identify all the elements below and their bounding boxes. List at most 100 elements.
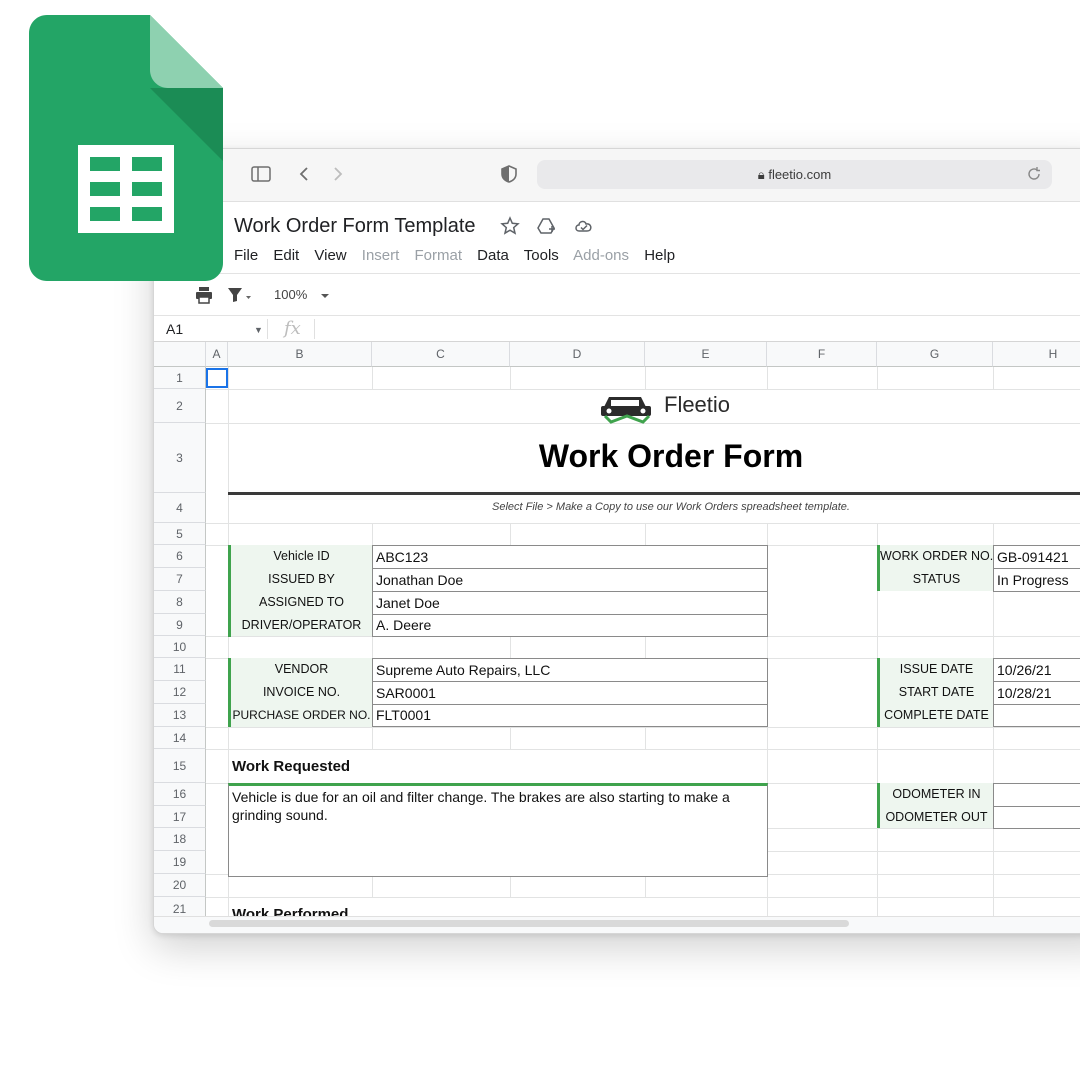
row-header-6[interactable]: 6 bbox=[154, 545, 206, 568]
work-order-label: WORK ORDER NO. bbox=[880, 545, 993, 568]
select-all-corner[interactable] bbox=[154, 342, 206, 367]
reload-icon[interactable] bbox=[1026, 166, 1042, 182]
row-header-1[interactable]: 1 bbox=[154, 367, 206, 389]
gridline bbox=[372, 367, 373, 389]
print-icon[interactable] bbox=[194, 285, 214, 308]
row-header-7[interactable]: 7 bbox=[154, 568, 206, 591]
row-header-9[interactable]: 9 bbox=[154, 614, 206, 636]
gridline bbox=[510, 874, 511, 897]
cloud-status-icon[interactable] bbox=[573, 216, 595, 236]
brand-name: Fleetio bbox=[664, 392, 731, 417]
horizontal-scrollbar[interactable] bbox=[209, 920, 849, 927]
menu-file[interactable]: File bbox=[234, 247, 258, 264]
move-to-drive-icon[interactable] bbox=[536, 216, 558, 236]
menu-view[interactable]: View bbox=[314, 247, 346, 264]
column-header-e[interactable]: E bbox=[645, 342, 767, 367]
row-header-8[interactable]: 8 bbox=[154, 591, 206, 614]
row-header-19[interactable]: 19 bbox=[154, 851, 206, 874]
menu-tools[interactable]: Tools bbox=[524, 247, 559, 264]
gridline bbox=[767, 851, 1080, 852]
gridline bbox=[372, 636, 373, 658]
column-header-d[interactable]: D bbox=[510, 342, 645, 367]
divider bbox=[154, 273, 1080, 274]
divider bbox=[154, 315, 1080, 316]
column-header-h[interactable]: H bbox=[993, 342, 1080, 367]
assigned-to-value[interactable]: Janet Doe bbox=[372, 591, 768, 615]
lock-icon: 🔒︎ bbox=[757, 167, 769, 182]
row-header-4[interactable]: 4 bbox=[154, 493, 206, 523]
po-label: PURCHASE ORDER NO. bbox=[231, 704, 372, 727]
gridline bbox=[206, 749, 1080, 750]
row-header-16[interactable]: 16 bbox=[154, 783, 206, 806]
column-header-b[interactable]: B bbox=[228, 342, 372, 367]
chevron-down-icon[interactable] bbox=[318, 285, 332, 308]
work-requested-box[interactable]: Vehicle is due for an oil and filter cha… bbox=[228, 783, 768, 877]
column-header-f[interactable]: F bbox=[767, 342, 877, 367]
menu-edit[interactable]: Edit bbox=[273, 247, 299, 264]
title-actions bbox=[500, 216, 605, 241]
work-requested-label: Work Requested bbox=[232, 758, 351, 775]
row-header-5[interactable]: 5 bbox=[154, 523, 206, 545]
row-header-12[interactable]: 12 bbox=[154, 681, 206, 704]
name-box[interactable]: A1 bbox=[166, 321, 183, 337]
menu-help[interactable]: Help bbox=[644, 247, 675, 264]
vehicle-id-value[interactable]: ABC123 bbox=[372, 545, 768, 569]
row-header-2[interactable]: 2 bbox=[154, 389, 206, 423]
issued-by-value[interactable]: Jonathan Doe bbox=[372, 568, 768, 592]
row-header-13[interactable]: 13 bbox=[154, 704, 206, 727]
name-box-dropdown-icon[interactable]: ▼ bbox=[254, 325, 263, 335]
menu-data[interactable]: Data bbox=[477, 247, 509, 264]
menu-insert[interactable]: Insert bbox=[362, 247, 400, 264]
divider bbox=[267, 319, 268, 339]
address-bar[interactable]: 🔒︎ fleetio.com bbox=[537, 160, 1052, 189]
odometer-in-label: ODOMETER IN bbox=[880, 783, 993, 806]
gridline bbox=[510, 636, 511, 658]
gridline bbox=[206, 389, 1080, 390]
menu-format[interactable]: Format bbox=[414, 247, 462, 264]
row-header-15[interactable]: 15 bbox=[154, 749, 206, 783]
selected-cell-a1[interactable] bbox=[206, 368, 228, 388]
row-header-18[interactable]: 18 bbox=[154, 828, 206, 851]
row-header-17[interactable]: 17 bbox=[154, 806, 206, 828]
star-icon[interactable] bbox=[500, 216, 522, 236]
gridline bbox=[372, 523, 373, 545]
start-date-value[interactable]: 10/28/21 bbox=[993, 681, 1080, 705]
po-value[interactable]: FLT0001 bbox=[372, 704, 768, 727]
issue-date-label: ISSUE DATE bbox=[880, 658, 993, 681]
url-label: fleetio.com bbox=[768, 167, 832, 182]
column-header-c[interactable]: C bbox=[372, 342, 510, 367]
gridline bbox=[993, 367, 994, 389]
vendor-value[interactable]: Supreme Auto Repairs, LLC bbox=[372, 658, 768, 682]
row-header-10[interactable]: 10 bbox=[154, 636, 206, 658]
gridline bbox=[510, 367, 511, 389]
zoom-select[interactable]: 100% bbox=[274, 287, 307, 302]
gridline bbox=[228, 367, 229, 389]
sidebar-toggle-icon[interactable] bbox=[250, 163, 272, 185]
work-order-value[interactable]: GB-091421 bbox=[993, 545, 1080, 569]
issue-date-value[interactable]: 10/26/21 bbox=[993, 658, 1080, 682]
forward-icon[interactable] bbox=[326, 163, 348, 185]
column-header-a[interactable]: A bbox=[206, 342, 228, 367]
status-value[interactable]: In Progress bbox=[993, 568, 1080, 592]
row-header-3[interactable]: 3 bbox=[154, 423, 206, 493]
document-title[interactable]: Work Order Form Template bbox=[234, 215, 476, 238]
work-requested-line-2: grinding sound. bbox=[232, 807, 328, 823]
odometer-out-value[interactable] bbox=[993, 806, 1080, 829]
driver-label: DRIVER/OPERATOR bbox=[231, 614, 372, 636]
driver-value[interactable]: A. Deere bbox=[372, 614, 768, 637]
invoice-value[interactable]: SAR0001 bbox=[372, 681, 768, 705]
back-icon[interactable] bbox=[294, 163, 316, 185]
column-header-g[interactable]: G bbox=[877, 342, 993, 367]
menu-addons[interactable]: Add-ons bbox=[573, 247, 629, 264]
form-heading: Work Order Form bbox=[538, 438, 804, 474]
heading-rule bbox=[228, 492, 1080, 495]
gridline bbox=[645, 523, 646, 545]
filter-icon[interactable] bbox=[226, 285, 254, 308]
shield-icon[interactable] bbox=[498, 163, 520, 185]
fleetio-logo-icon bbox=[599, 392, 659, 424]
row-header-20[interactable]: 20 bbox=[154, 874, 206, 897]
row-header-11[interactable]: 11 bbox=[154, 658, 206, 681]
complete-date-value[interactable] bbox=[993, 704, 1080, 727]
row-header-14[interactable]: 14 bbox=[154, 727, 206, 749]
odometer-in-value[interactable]: 17 bbox=[993, 783, 1080, 807]
